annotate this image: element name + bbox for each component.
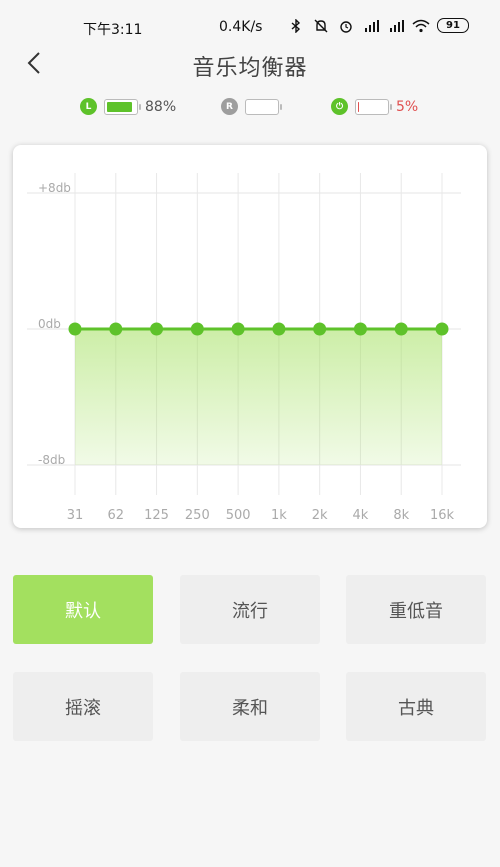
preset-classical-button[interactable]: 古典 <box>346 672 486 741</box>
preset-label: 古典 <box>398 697 434 719</box>
battery-icon: 91 <box>437 18 469 33</box>
status-icons: 91 <box>287 18 469 33</box>
x-tick-label: 1k <box>271 508 287 523</box>
y-axis-label: 0db <box>38 317 61 331</box>
x-tick-label: 8k <box>393 508 409 523</box>
eq-point[interactable] <box>435 322 449 336</box>
channel-case-battery-icon <box>355 98 392 115</box>
eq-point[interactable] <box>190 322 204 336</box>
eq-point[interactable] <box>231 322 245 336</box>
equalizer-chart[interactable]: +8db 0db -8db 31 62 125 250 500 1k 2k 4k 8k 16k <box>13 145 487 528</box>
channel-right-battery-icon <box>245 98 282 115</box>
y-axis-label: +8db <box>38 181 71 195</box>
preset-soft-button[interactable]: 柔和 <box>180 672 320 741</box>
eq-point[interactable] <box>272 322 286 336</box>
channel-case-badge: ⏻ <box>331 98 348 115</box>
preset-default-button[interactable]: 默认 <box>13 575 153 644</box>
channel-left-battery-icon <box>104 98 141 115</box>
status-time: 下午3:11 <box>83 22 143 38</box>
channel-left: L 88% <box>80 98 176 115</box>
x-tick-label: 62 <box>108 508 125 523</box>
preset-pop-button[interactable]: 流行 <box>180 575 320 644</box>
eq-area-fill <box>75 329 442 465</box>
status-bar: 下午3:11 0.4K/s 91 <box>0 0 500 40</box>
bluetooth-icon <box>291 18 301 33</box>
page-title: 音乐均衡器 <box>192 56 308 81</box>
app-header: 音乐均衡器 <box>0 40 500 90</box>
eq-point[interactable] <box>150 322 164 336</box>
preset-bass-button[interactable]: 重低音 <box>346 575 486 644</box>
y-axis-label: -8db <box>38 453 65 467</box>
silent-bell-icon <box>314 19 328 32</box>
x-tick-label: 2k <box>312 508 328 523</box>
channel-right-badge: R <box>221 98 238 115</box>
preset-rock-button[interactable]: 摇滚 <box>13 672 153 741</box>
channel-case-percent: 5% <box>396 98 419 115</box>
preset-label: 默认 <box>65 600 101 622</box>
wifi-icon <box>412 19 430 32</box>
alarm-icon <box>340 20 352 33</box>
x-tick-label: 16k <box>430 508 455 523</box>
x-tick-label: 125 <box>144 508 169 523</box>
eq-point[interactable] <box>68 322 82 336</box>
preset-label: 柔和 <box>232 697 268 719</box>
channel-case: ⏻ 5% <box>331 98 418 115</box>
preset-label: 摇滚 <box>65 697 101 719</box>
equalizer-card: +8db 0db -8db 31 62 125 250 500 1k 2k 4k 8k 16k <box>13 145 487 528</box>
preset-label: 重低音 <box>389 600 443 622</box>
x-tick-label: 500 <box>226 508 251 523</box>
channel-indicators: L 88% R ⏻ 5% <box>0 96 500 124</box>
x-tick-label: 4k <box>353 508 369 523</box>
x-tick-label: 250 <box>185 508 210 523</box>
preset-label: 流行 <box>232 600 268 622</box>
x-tick-label: 31 <box>67 508 84 523</box>
eq-point[interactable] <box>353 322 367 336</box>
channel-left-percent: 88% <box>145 98 177 115</box>
status-net-speed: 0.4K/s <box>219 19 263 35</box>
signal-hd-icon <box>365 19 379 32</box>
channel-left-badge: L <box>80 98 97 115</box>
eq-point[interactable] <box>313 322 327 336</box>
eq-point[interactable] <box>394 322 408 336</box>
eq-point[interactable] <box>109 322 123 336</box>
channel-right: R <box>221 98 286 115</box>
signal-hd-icon-2 <box>390 19 404 32</box>
